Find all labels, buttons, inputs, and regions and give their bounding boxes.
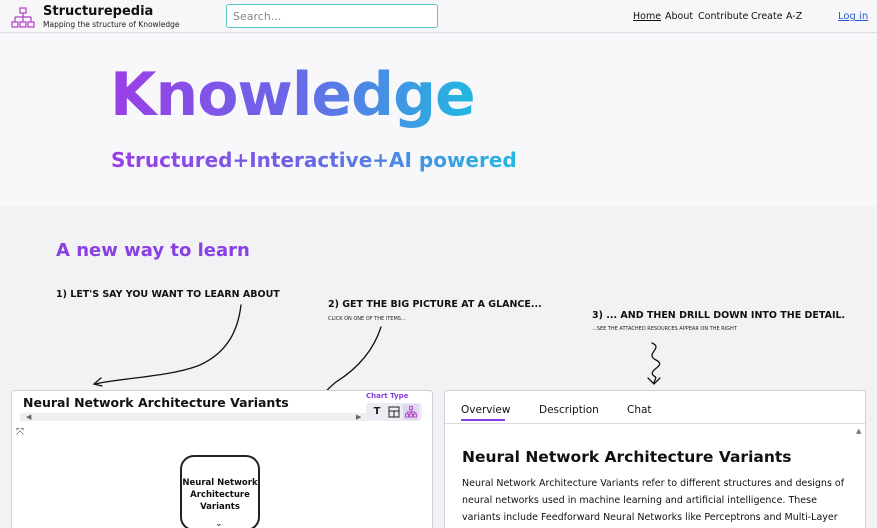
detail-body: Neural Network Architecture Variants ref… <box>462 478 845 523</box>
chevron-down-icon[interactable]: ⌄ <box>215 519 223 528</box>
chart-type-text-button[interactable]: T <box>369 404 385 420</box>
scroll-up-icon[interactable]: ▲ <box>856 427 861 435</box>
chart-panel: Neural Network Architecture Variants ◀ ▶… <box>11 390 433 528</box>
detail-heading: Neural Network Architecture Variants <box>462 448 792 466</box>
chart-panel-title: Neural Network Architecture Variants <box>23 395 289 410</box>
tab-chat[interactable]: Chat <box>627 404 652 416</box>
scroll-left-icon[interactable]: ◀ <box>26 413 31 421</box>
tab-divider <box>445 423 865 424</box>
chart-type-selector: T <box>366 403 422 421</box>
chart-type-label: Chart Type <box>366 392 409 400</box>
grid-icon[interactable] <box>386 404 402 420</box>
horizontal-scrollbar[interactable] <box>20 413 368 421</box>
tab-overview[interactable]: Overview <box>461 404 510 416</box>
arrow-1 <box>94 304 242 385</box>
expand-icon[interactable]: ⤧ <box>16 427 24 438</box>
root-node-label: Neural Network Architecture Variants <box>182 478 258 512</box>
scroll-right-icon[interactable]: ▶ <box>356 413 361 421</box>
arrow-3 <box>651 342 661 384</box>
arrow-1-head <box>92 377 103 387</box>
active-tab-indicator <box>461 419 505 421</box>
tab-description[interactable]: Description <box>539 404 599 416</box>
tree-icon[interactable] <box>403 404 419 420</box>
root-node[interactable]: Neural Network Architecture Variants ⌄ <box>180 455 260 528</box>
detail-panel: Overview Description Chat ▲ Neural Netwo… <box>444 390 866 528</box>
